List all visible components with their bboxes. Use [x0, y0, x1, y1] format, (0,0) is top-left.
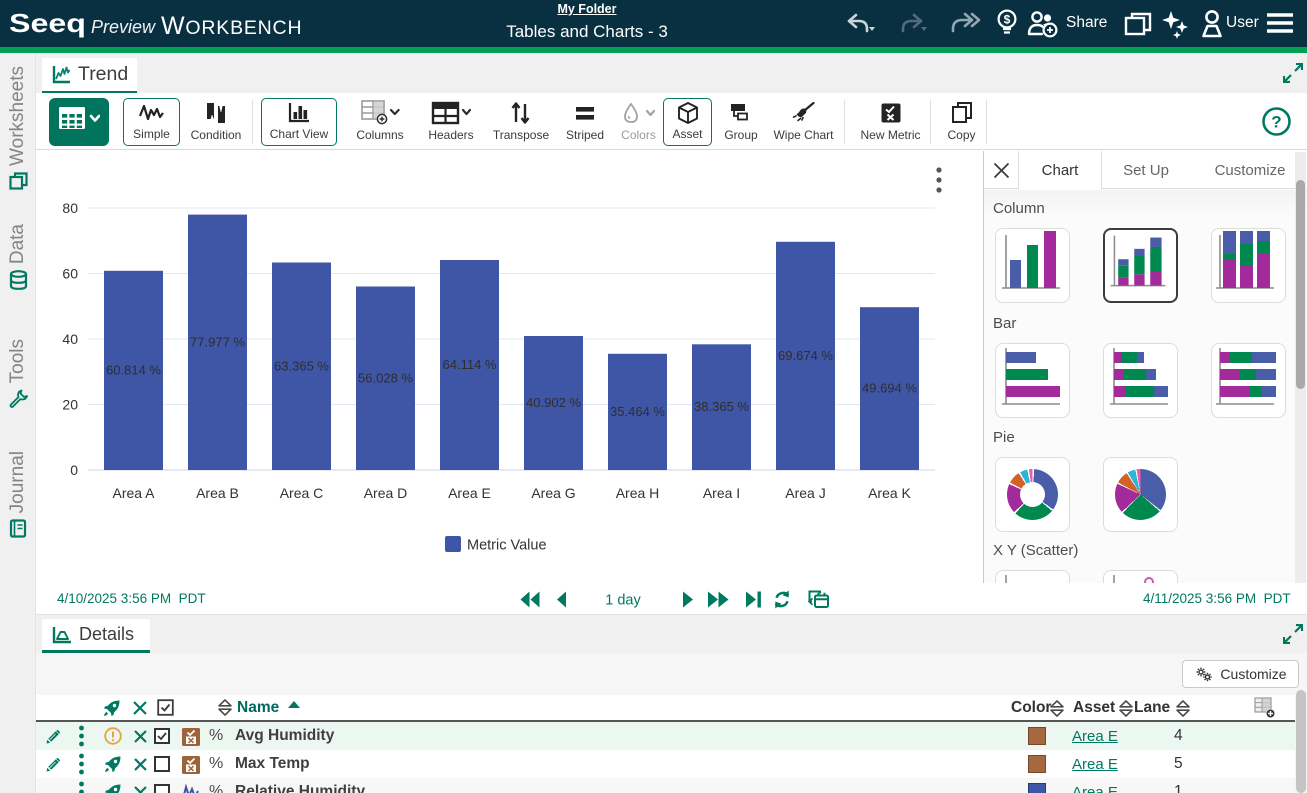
svg-text:Area D: Area D: [364, 485, 408, 501]
svg-text:63.365 %: 63.365 %: [274, 359, 329, 374]
svg-text:40.902 %: 40.902 %: [526, 395, 581, 410]
svg-text:Area K: Area K: [868, 485, 911, 501]
svg-text:20: 20: [62, 397, 78, 413]
svg-text:64.114 %: 64.114 %: [443, 357, 497, 372]
svg-text:Area C: Area C: [280, 485, 324, 501]
svg-text:38.365 %: 38.365 %: [694, 399, 749, 414]
svg-text:Area G: Area G: [531, 485, 575, 501]
svg-text:Area B: Area B: [196, 485, 239, 501]
svg-text:60.814 %: 60.814 %: [106, 363, 161, 378]
svg-text:56.028 %: 56.028 %: [358, 371, 413, 386]
svg-text:Area I: Area I: [703, 485, 740, 501]
svg-text:40: 40: [62, 331, 78, 347]
svg-text:69.674 %: 69.674 %: [778, 348, 833, 363]
svg-text:77.977 %: 77.977 %: [190, 335, 245, 350]
svg-text:?: ?: [1271, 113, 1281, 132]
svg-text:Area H: Area H: [616, 485, 660, 501]
svg-text:49.694 %: 49.694 %: [862, 381, 917, 396]
svg-text:Area J: Area J: [785, 485, 825, 501]
svg-text:60: 60: [62, 266, 78, 282]
svg-text:1 day: 1 day: [605, 593, 641, 609]
svg-text:Area A: Area A: [112, 485, 155, 501]
svg-text:35.464 %: 35.464 %: [610, 404, 665, 419]
svg-text:$: $: [1004, 13, 1011, 27]
svg-text:Metric Value: Metric Value: [467, 538, 547, 554]
svg-text:Area E: Area E: [448, 485, 491, 501]
svg-text:80: 80: [62, 200, 78, 216]
svg-text:0: 0: [70, 462, 78, 478]
